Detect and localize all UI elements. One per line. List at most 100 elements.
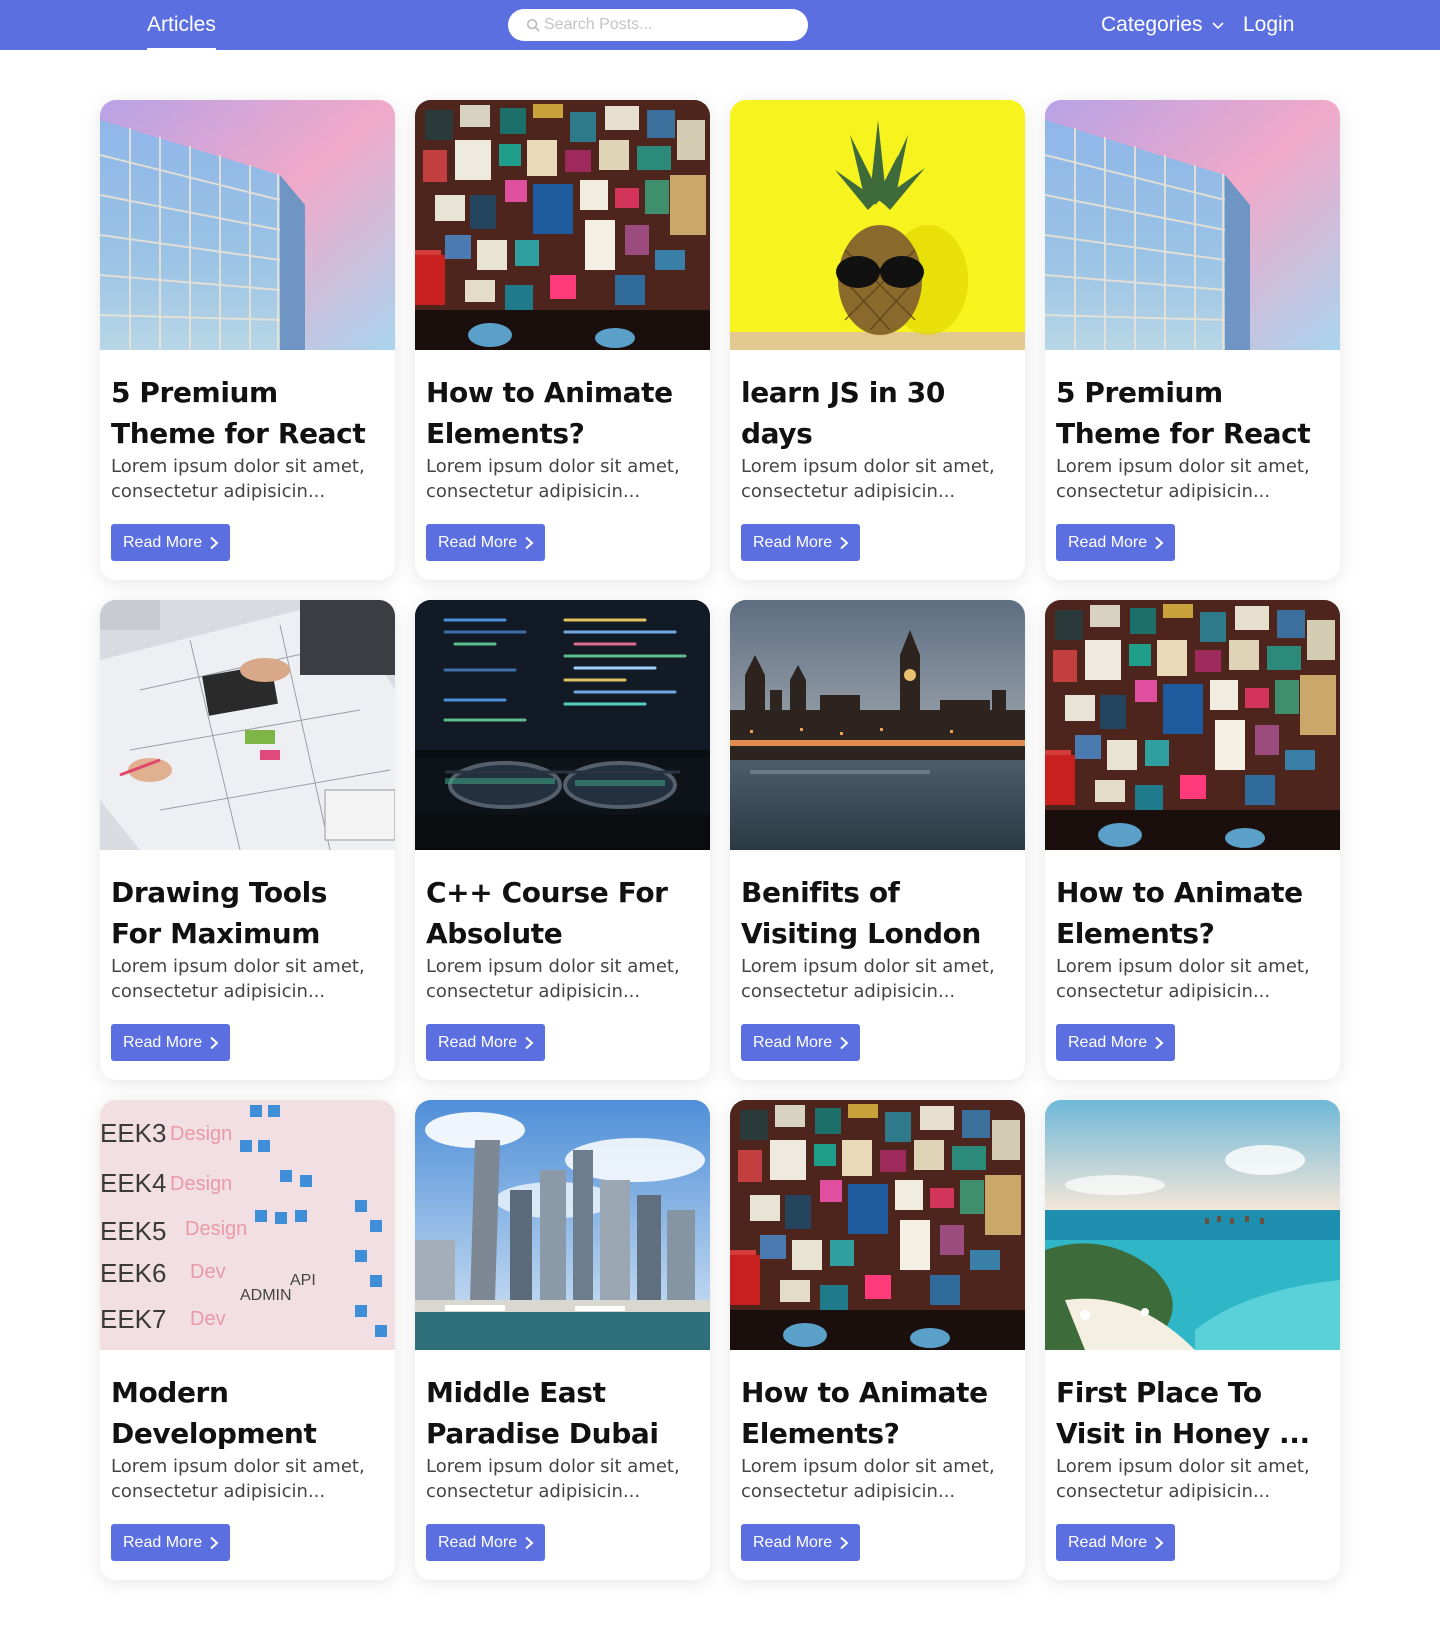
svg-text:Design: Design [170, 1173, 232, 1195]
read-more-label: Read More [123, 1533, 203, 1551]
read-more-button[interactable]: Read More [426, 1524, 546, 1561]
svg-text:ADMIN: ADMIN [240, 1287, 292, 1304]
article-thumbnail[interactable] [1045, 100, 1340, 350]
read-more-button[interactable]: Read More [1056, 1524, 1176, 1561]
article-card: C++ Course For Absolute Beginn... Lorem … [415, 600, 710, 1080]
chevron-right-icon [210, 1036, 219, 1049]
article-card: How to Animate Elements? Lorem ipsum dol… [1045, 600, 1340, 1080]
chevron-right-icon [525, 536, 534, 549]
read-more-button[interactable]: Read More [111, 1024, 231, 1061]
article-excerpt: Lorem ipsum dolor sit amet, consectetur … [426, 1456, 680, 1502]
svg-text:Dev: Dev [190, 1308, 226, 1330]
article-thumbnail[interactable] [415, 100, 710, 350]
article-thumbnail[interactable] [730, 600, 1025, 850]
chevron-right-icon [210, 1536, 219, 1549]
read-more-label: Read More [1068, 1533, 1148, 1551]
article-thumbnail[interactable] [1045, 600, 1340, 850]
article-excerpt: Lorem ipsum dolor sit amet, consectetur … [741, 456, 995, 502]
article-card: Drawing Tools For Maximum Prod... Lorem … [100, 600, 395, 1080]
article-excerpt: Lorem ipsum dolor sit amet, consectetur … [111, 456, 365, 502]
svg-text:Design: Design [170, 1123, 232, 1145]
chevron-right-icon [1155, 536, 1164, 549]
article-title: How to Animate Elements? [741, 1376, 988, 1450]
read-more-button[interactable]: Read More [741, 1024, 861, 1061]
article-thumbnail[interactable] [415, 600, 710, 850]
read-more-button[interactable]: Read More [741, 524, 861, 561]
article-title: learn JS in 30 days [741, 376, 945, 450]
chevron-right-icon [1155, 1536, 1164, 1549]
search-icon [526, 18, 540, 32]
svg-text:EEK3: EEK3 [100, 1118, 167, 1148]
article-title: How to Animate Elements? [1056, 876, 1303, 950]
svg-text:EEK6: EEK6 [100, 1258, 167, 1288]
article-title: Modern Development Tech [111, 1376, 317, 1450]
read-more-label: Read More [438, 1033, 518, 1051]
read-more-label: Read More [123, 533, 203, 551]
article-card: 5 Premium Theme for React Lorem ipsum do… [100, 100, 395, 580]
article-grid: 5 Premium Theme for React Lorem ipsum do… [100, 100, 1340, 1580]
article-thumbnail[interactable] [100, 600, 395, 850]
article-title: Middle East Paradise Dubai [426, 1376, 659, 1450]
read-more-label: Read More [753, 533, 833, 551]
article-thumbnail[interactable] [1045, 1100, 1340, 1350]
chevron-right-icon [840, 1036, 849, 1049]
article-title: First Place To Visit in Honey ... [1056, 1376, 1310, 1450]
article-card: How to Animate Elements? Lorem ipsum dol… [415, 100, 710, 580]
article-excerpt: Lorem ipsum dolor sit amet, consectetur … [741, 956, 995, 1002]
article-card: Middle East Paradise Dubai Lorem ipsum d… [415, 1100, 710, 1580]
chevron-right-icon [840, 1536, 849, 1549]
svg-text:API: API [290, 1272, 316, 1289]
read-more-label: Read More [753, 1033, 833, 1051]
chevron-right-icon [210, 536, 219, 549]
article-title: Drawing Tools For Maximum Prod... [111, 876, 328, 950]
article-thumbnail[interactable] [730, 1100, 1025, 1350]
read-more-button[interactable]: Read More [426, 1024, 546, 1061]
read-more-label: Read More [438, 533, 518, 551]
article-excerpt: Lorem ipsum dolor sit amet, consectetur … [111, 1456, 365, 1502]
search-box[interactable] [508, 9, 808, 41]
read-more-button[interactable]: Read More [1056, 1024, 1176, 1061]
read-more-button[interactable]: Read More [1056, 524, 1176, 561]
chevron-right-icon [525, 1536, 534, 1549]
article-title: How to Animate Elements? [426, 376, 673, 450]
article-card: How to Animate Elements? Lorem ipsum dol… [730, 1100, 1025, 1580]
read-more-label: Read More [1068, 1033, 1148, 1051]
article-thumbnail[interactable]: EEK3 EEK4 EEK5 EEK6 EEK7 Design Design Design… [100, 1100, 395, 1350]
article-card: Benifits of Visiting London Lorem ipsum … [730, 600, 1025, 1080]
article-excerpt: Lorem ipsum dolor sit amet, consectetur … [426, 456, 680, 502]
article-thumbnail[interactable] [415, 1100, 710, 1350]
article-thumbnail[interactable] [100, 100, 395, 350]
read-more-button[interactable]: Read More [111, 1524, 231, 1561]
article-card: First Place To Visit in Honey ... Lorem … [1045, 1100, 1340, 1580]
article-excerpt: Lorem ipsum dolor sit amet, consectetur … [111, 956, 365, 1002]
top-navbar: Articles Categories Login [0, 0, 1440, 50]
article-excerpt: Lorem ipsum dolor sit amet, consectetur … [426, 956, 680, 1002]
svg-text:Design: Design [185, 1218, 247, 1240]
nav-articles-link[interactable]: Articles [147, 0, 216, 50]
login-link[interactable]: Login [1243, 0, 1294, 50]
read-more-button[interactable]: Read More [741, 1524, 861, 1561]
search-input[interactable] [544, 16, 794, 34]
article-title: C++ Course For Absolute Beginn... [426, 876, 668, 950]
categories-label: Categories [1101, 13, 1203, 36]
svg-text:EEK7: EEK7 [100, 1304, 167, 1334]
article-card: 5 Premium Theme for React Lorem ipsum do… [1045, 100, 1340, 580]
categories-dropdown[interactable]: Categories [1101, 0, 1225, 50]
article-title: 5 Premium Theme for React [111, 376, 366, 450]
read-more-label: Read More [438, 1533, 518, 1551]
read-more-button[interactable]: Read More [426, 524, 546, 561]
read-more-button[interactable]: Read More [111, 524, 231, 561]
article-title: Benifits of Visiting London [741, 876, 981, 950]
article-excerpt: Lorem ipsum dolor sit amet, consectetur … [1056, 956, 1310, 1002]
article-card: EEK3 EEK4 EEK5 EEK6 EEK7 Design Design Design… [100, 1100, 395, 1580]
article-thumbnail[interactable] [730, 100, 1025, 350]
article-excerpt: Lorem ipsum dolor sit amet, consectetur … [741, 1456, 995, 1502]
chevron-down-icon [1211, 22, 1224, 30]
article-excerpt: Lorem ipsum dolor sit amet, consectetur … [1056, 1456, 1310, 1502]
article-excerpt: Lorem ipsum dolor sit amet, consectetur … [1056, 456, 1310, 502]
svg-text:EEK4: EEK4 [100, 1168, 167, 1198]
svg-text:EEK5: EEK5 [100, 1216, 167, 1246]
chevron-right-icon [840, 536, 849, 549]
read-more-label: Read More [753, 1533, 833, 1551]
read-more-label: Read More [123, 1033, 203, 1051]
